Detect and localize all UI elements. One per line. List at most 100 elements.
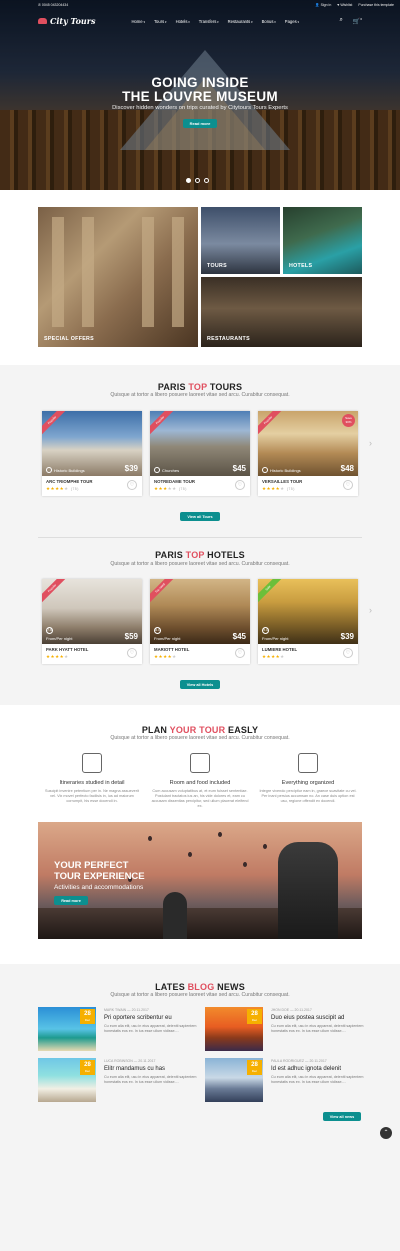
feature-room-food: Room and food included Cum accusam volup… bbox=[150, 753, 250, 809]
wishlist-heart-icon[interactable]: ♡ bbox=[343, 480, 353, 490]
popular-ribbon: Popular bbox=[258, 411, 285, 437]
blog-post[interactable]: 28 Dec PAULA RODRIGUEZ — 20.11.2017 Id es… bbox=[205, 1058, 367, 1102]
hotel-price: $59 bbox=[124, 632, 138, 641]
category-special-offers[interactable]: SPECIAL OFFERS bbox=[38, 207, 198, 347]
post-title[interactable]: Pri oportere scribentur eu bbox=[104, 1015, 172, 1021]
nav-item-tours[interactable]: Tours bbox=[154, 19, 167, 24]
sale-badge: Save 30% bbox=[342, 414, 355, 427]
tour-price: $48 bbox=[340, 464, 354, 473]
feature-organized: Everything organized Integre vivendo per… bbox=[258, 753, 358, 804]
hotel-price: $45 bbox=[232, 632, 246, 641]
nav-item-restaurants[interactable]: Restaurants bbox=[228, 19, 253, 24]
plan-section-title: PLAN YOUR TOUR EASLY bbox=[141, 725, 259, 735]
hotels-section-subtitle: Quisque at tortor a libero posuere laore… bbox=[110, 561, 290, 567]
category-hotels[interactable]: HOTELS bbox=[283, 207, 362, 274]
slide-dot-2[interactable] bbox=[195, 178, 200, 183]
post-title[interactable]: Duo eius postea suscipit ad bbox=[271, 1015, 344, 1021]
hotel-card[interactable]: Popular 7.5 From/Per night $59 PARK HYAT… bbox=[42, 579, 142, 664]
phone-number: ✆ 0045 043204434 bbox=[38, 2, 69, 7]
wishlist-heart-icon[interactable]: ♡ bbox=[235, 480, 245, 490]
star-rating: ★★★★★ bbox=[46, 654, 69, 659]
room-icon bbox=[190, 753, 210, 773]
wishlist-link[interactable]: ♥ Wishlist bbox=[337, 3, 352, 7]
hotel-card[interactable]: Sale 9.0 From/Per night $39 LUMIERE HOTE… bbox=[258, 579, 358, 664]
scroll-to-top-icon[interactable]: ⌃ bbox=[380, 1127, 392, 1139]
slide-dot-1[interactable] bbox=[186, 178, 191, 183]
tour-name: NOTREDAME TOUR bbox=[154, 479, 195, 484]
wishlist-heart-icon[interactable]: ♡ bbox=[127, 480, 137, 490]
top-bar: ✆ 0045 043204434 👤 Sign in ♥ Wishlist Pu… bbox=[0, 0, 400, 9]
banner-title: YOUR PERFECT TOUR EXPERIENCE bbox=[54, 860, 145, 882]
hotel-name: LUMIERE HOTEL bbox=[262, 647, 298, 652]
hero-subtitle: Discover hidden wonders on trips curated… bbox=[112, 105, 288, 111]
star-rating: ★★★★★ (75) bbox=[46, 486, 79, 491]
purchase-link[interactable]: Purchase this template bbox=[358, 3, 394, 7]
hero-read-more-button[interactable]: Read more bbox=[183, 119, 217, 128]
post-excerpt: Cu eum alia elit, usu in eius appareat, … bbox=[271, 1075, 364, 1084]
slider-dots bbox=[186, 178, 209, 183]
brand-logo[interactable]: City Tours bbox=[38, 16, 95, 26]
review-score: 8.0 bbox=[154, 627, 161, 634]
wishlist-heart-icon[interactable]: ♡ bbox=[235, 648, 245, 658]
post-date-badge: 28 Dec bbox=[247, 1009, 262, 1024]
review-score: 7.5 bbox=[46, 627, 53, 634]
post-date-badge: 28 Dec bbox=[80, 1060, 95, 1075]
view-all-news-button[interactable]: View all news bbox=[323, 1112, 361, 1121]
category-tours[interactable]: TOURS bbox=[201, 207, 280, 274]
tour-category: Historic Buildings bbox=[262, 467, 301, 473]
nav-item-hotels[interactable]: Hotels bbox=[176, 19, 190, 24]
review-score: 9.0 bbox=[262, 627, 269, 634]
user-icon: 👤 bbox=[315, 2, 320, 7]
sign-in-link[interactable]: 👤 Sign in bbox=[315, 3, 331, 7]
banner-subtitle: Activities and accommodations bbox=[54, 884, 144, 891]
star-rating: ★★★★★ bbox=[262, 654, 285, 659]
tour-card[interactable]: Popular Historic Buildings $39 ARC TRIOM… bbox=[42, 411, 142, 496]
tour-price: $45 bbox=[232, 464, 246, 473]
blog-post[interactable]: 28 Dec LUCA ROBINSON — 20.11.2017 Elitr m… bbox=[38, 1058, 200, 1102]
page: ✆ 0045 043204434 👤 Sign in ♥ Wishlist Pu… bbox=[0, 0, 400, 1251]
main-nav: City Tours Home Tours Hotels Transfers R… bbox=[0, 12, 400, 30]
tour-experience-banner: YOUR PERFECT TOUR EXPERIENCE Activities a… bbox=[38, 822, 362, 939]
feature-itineraries: Itineraries studied in detail Suscipit i… bbox=[42, 753, 142, 804]
blog-post[interactable]: 28 Dec JHON DOE — 20.11.2017 Duo eius pos… bbox=[205, 1007, 367, 1051]
view-all-hotels-button[interactable]: View all Hotels bbox=[180, 680, 220, 689]
blog-post[interactable]: 28 Dec MARK TWAIN — 20.11.2017 Pri oporte… bbox=[38, 1007, 200, 1051]
banner-read-more-button[interactable]: Read more bbox=[54, 896, 88, 905]
category-restaurants[interactable]: RESTAURANTS bbox=[201, 277, 362, 347]
search-icon[interactable]: ⌕ bbox=[339, 17, 342, 25]
post-meta: LUCA ROBINSON — 20.11.2017 bbox=[104, 1059, 156, 1063]
tours-section-title: PARIS TOP TOURS bbox=[157, 382, 243, 392]
tour-name: VERSAILLES TOUR bbox=[262, 479, 303, 484]
post-excerpt: Cu eum alia elit, usu in eius appareat, … bbox=[104, 1024, 197, 1033]
nav-item-bonus[interactable]: Bonus bbox=[262, 19, 276, 24]
cart-icon[interactable]: 🛒0 bbox=[353, 17, 362, 25]
tour-card[interactable]: Popular Save 30% Historic Buildings $48 … bbox=[258, 411, 358, 496]
hotels-section-title: PARIS TOP HOTELS bbox=[155, 550, 245, 560]
hotel-price: $39 bbox=[340, 632, 354, 641]
organized-icon bbox=[298, 753, 318, 773]
post-title[interactable]: Id est adhuc ignota delenit bbox=[271, 1066, 341, 1072]
plan-section-subtitle: Quisque at tortor a libero posuere laore… bbox=[110, 735, 290, 741]
wishlist-heart-icon[interactable]: ♡ bbox=[343, 648, 353, 658]
slide-dot-3[interactable] bbox=[204, 178, 209, 183]
carousel-next-arrow-icon[interactable]: › bbox=[369, 605, 372, 615]
post-date-badge: 28 Dec bbox=[247, 1060, 262, 1075]
blog-section-subtitle: Quisque at tortor a libero posuere laore… bbox=[110, 992, 290, 998]
hotel-price-caption: From/Per night bbox=[46, 636, 73, 641]
post-title[interactable]: Elitr mandamus cu has bbox=[104, 1066, 165, 1072]
hero-title: GOING INSIDE THE LOUVRE MUSEUM bbox=[122, 75, 278, 104]
carousel-next-arrow-icon[interactable]: › bbox=[369, 438, 372, 448]
tour-price: $39 bbox=[124, 464, 138, 473]
tour-card[interactable]: Popular Churches $45 NOTREDAME TOUR ★★★★… bbox=[150, 411, 250, 496]
sale-ribbon: Sale bbox=[258, 579, 285, 605]
nav-item-home[interactable]: Home bbox=[131, 19, 145, 24]
hotel-card[interactable]: Top rated 8.0 From/Per night $45 MARIOTT… bbox=[150, 579, 250, 664]
hotel-price-caption: From/Per night bbox=[262, 636, 289, 641]
view-all-tours-button[interactable]: View all Tours bbox=[180, 512, 220, 521]
building-icon bbox=[262, 467, 268, 473]
nav-item-pages[interactable]: Pages bbox=[285, 19, 299, 24]
wishlist-heart-icon[interactable]: ♡ bbox=[127, 648, 137, 658]
nav-item-transfers[interactable]: Transfers bbox=[199, 19, 219, 24]
hero-slider: ✆ 0045 043204434 👤 Sign in ♥ Wishlist Pu… bbox=[0, 0, 400, 190]
post-meta: PAULA RODRIGUEZ — 20.11.2017 bbox=[271, 1059, 327, 1063]
